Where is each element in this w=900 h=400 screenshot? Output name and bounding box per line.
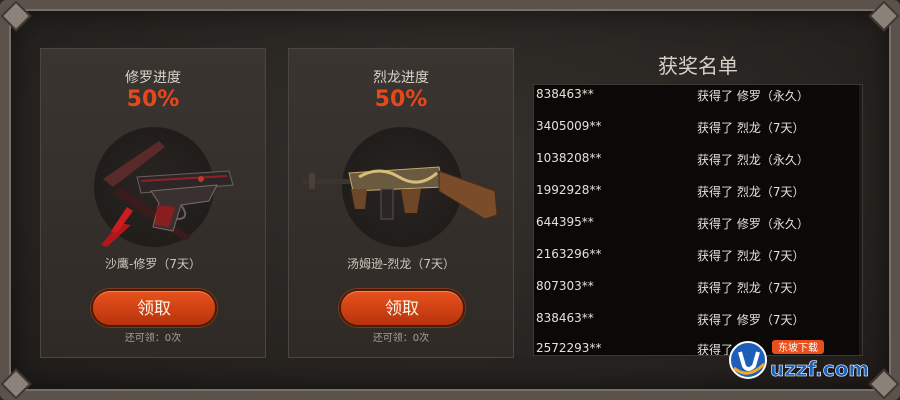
winner-id: 2572293** (536, 341, 602, 355)
winner-id: 838463** (536, 311, 594, 325)
winner-row: 1992928** 获得了 烈龙（7天） (534, 183, 862, 203)
weapon-name: 沙鹰-修罗（7天） (105, 257, 201, 271)
winner-row: 838463** 获得了 修罗（7天） (534, 311, 862, 331)
winner-prize: 获得了 烈龙（7天） (697, 185, 805, 199)
winners-scrollbar[interactable] (859, 85, 862, 355)
progress-percent: 50% (126, 87, 180, 112)
winners-list-title: 获奖名单 (658, 54, 738, 78)
winner-id: 807303** (536, 279, 594, 293)
reward-card-xiuluo: 修罗进度 50% 沙鹰-修罗（7天） 领取 还可领：0次 (40, 48, 266, 358)
winner-row: 3405009** 获得了 烈龙（7天） (534, 119, 862, 139)
watermark-sub: 东坡下载 (778, 341, 818, 354)
winner-row: 807303** 获得了 烈龙（7天） (534, 279, 862, 299)
winner-id: 3405009** (536, 119, 602, 133)
thompson-smg-icon (303, 166, 498, 220)
frame-corner-rivet (0, 368, 32, 400)
watermark-text: uzzf.com (770, 357, 869, 381)
reward-card-lielong: 烈龙进度 50% 汤姆逊-烈龙（7天） 领取 还可领：0次 (288, 48, 514, 358)
winner-prize: 获得了 修罗（永久） (697, 217, 809, 231)
winner-id: 2163296** (536, 247, 602, 261)
progress-percent: 50% (374, 87, 428, 112)
weapon-name: 汤姆逊-烈龙（7天） (347, 257, 455, 271)
winner-id: 644395** (536, 215, 594, 229)
frame-corner-rivet (868, 0, 900, 32)
remaining-claims: 还可领：0次 (372, 333, 430, 344)
winner-id: 838463** (536, 87, 594, 101)
winner-row: 838463** 获得了 修罗（永久） (534, 87, 862, 107)
card-title: 烈龙进度 (373, 70, 429, 86)
winner-prize: 获得了 烈龙（7天） (697, 281, 805, 295)
card-title: 修罗进度 (125, 70, 181, 86)
winner-prize: 获得了 烈龙（7天） (697, 121, 805, 135)
winner-row: 644395** 获得了 修罗（永久） (534, 215, 862, 235)
uzzf-watermark-logo: 东坡下载 uzzf.com (729, 340, 869, 381)
winner-prize: 获得了 修罗（永久） (697, 89, 809, 103)
winner-id: 1038208** (536, 151, 602, 165)
frame-corner-rivet (0, 0, 32, 32)
claim-button[interactable]: 领取 (339, 289, 465, 327)
desert-eagle-icon (101, 141, 234, 247)
remaining-claims: 还可领：0次 (124, 333, 182, 344)
winner-prize: 获得了 烈龙（7天） (697, 249, 805, 263)
claim-button[interactable]: 领取 (91, 289, 217, 327)
winners-list[interactable]: 838463** 获得了 修罗（永久） 3405009** 获得了 烈龙（7天）… (533, 84, 863, 356)
winner-row: 2163296** 获得了 烈龙（7天） (534, 247, 862, 267)
winner-prize: 获得了 烈龙（永久） (697, 153, 809, 167)
winner-prize: 获得了 修罗（7天） (697, 313, 805, 327)
winner-id: 1992928** (536, 183, 602, 197)
winner-row: 1038208** 获得了 烈龙（永久） (534, 151, 862, 171)
